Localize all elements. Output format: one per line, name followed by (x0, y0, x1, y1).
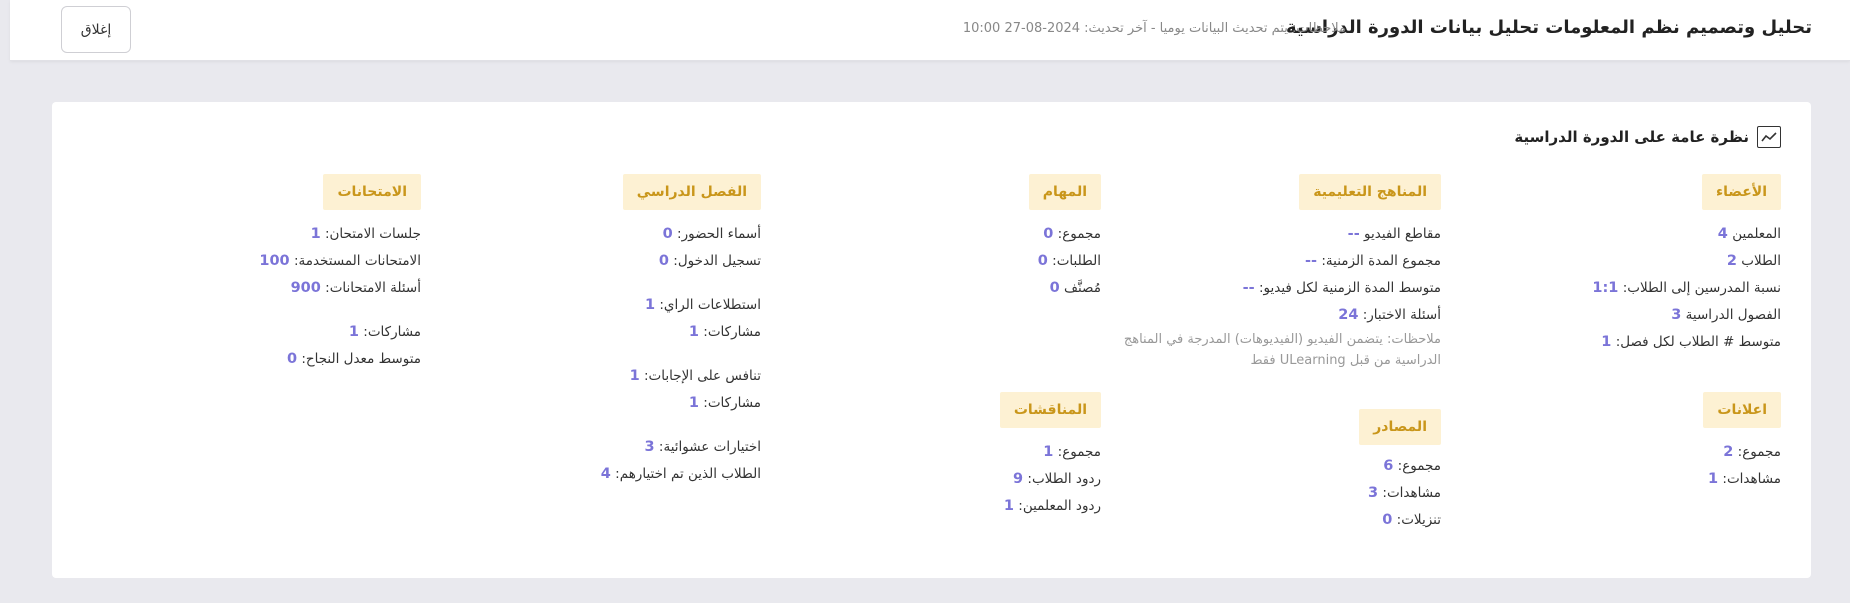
section-title: المصادر (1359, 409, 1441, 445)
stat-row: ردود الطلاب: 9 (1013, 471, 1101, 487)
section-members: الأعضاء المعلمين 4 الطلاب 2 نسبة المدرسي… (1592, 174, 1781, 356)
stat-row: أسماء الحضور: 0 (662, 226, 761, 242)
stat-row: الامتحانات المستخدمة: 100 (259, 253, 421, 269)
section-title: المهام (1028, 174, 1101, 210)
overview-header: نظرة عامة على الدورة الدراسية (1514, 126, 1781, 148)
stat-row: ردود المعلمين: 1 (1003, 498, 1101, 514)
stat-row: مجموع: 0 (1043, 226, 1101, 242)
stat-row: متوسط معدل النجاح: 0 (286, 351, 421, 367)
stat-row: نسبة المدرسين إلى الطلاب: 1:1 (1592, 280, 1781, 296)
stat-row: أسئلة الامتحانات: 900 (290, 280, 421, 296)
stat-row: مشاركات: 1 (688, 395, 761, 411)
line-chart-icon (1757, 126, 1781, 148)
stat-row: مشاهدات: 1 (1708, 471, 1781, 487)
stat-row: مشاركات: 1 (688, 324, 761, 340)
close-button[interactable]: إغلاق (61, 6, 131, 53)
stat-row: تنزيلات: 0 (1382, 512, 1441, 528)
stat-row: مجموع: 1 (1043, 444, 1101, 460)
stat-row: الفصول الدراسية 3 (1671, 307, 1781, 323)
stat-row: أسئلة الاختبار: 24 (1338, 307, 1441, 323)
section-classroom: الفصل الدراسي أسماء الحضور: 0 تسجيل الدخ… (601, 174, 761, 488)
section-title: المناقشات (999, 392, 1101, 428)
stat-row: الطلاب الذين تم اختيارهم: 4 (600, 466, 761, 482)
stat-row: مشاركات: 1 (348, 324, 421, 340)
stat-row: استطلاعات الراي: 1 (644, 297, 761, 313)
section-announcements: اعلانات مجموع: 2 مشاهدات: 1 (1703, 392, 1781, 493)
curricula-note: ملاحظات: يتضمن الفيديو (الفيديوهات) المد… (1123, 332, 1441, 368)
section-discussions: المناقشات مجموع: 1 ردود الطلاب: 9 ردود ا… (999, 392, 1101, 520)
stat-row: الطلاب 2 (1726, 253, 1781, 269)
stat-row: مُصنَّف 0 (1049, 280, 1101, 296)
stat-row: المعلمين 4 (1717, 226, 1781, 242)
stat-row: مجموع: 2 (1723, 444, 1781, 460)
stat-row: جلسات الامتحان: 1 (310, 226, 421, 242)
section-resources: المصادر مجموع: 6 مشاهدات: 3 تنزيلات: 0 (1359, 409, 1441, 534)
section-title: الفصل الدراسي (622, 174, 761, 210)
stat-row: مجموع المدة الزمنية: -- (1304, 253, 1441, 269)
section-title: الامتحانات (323, 174, 421, 210)
top-bar: تحليل وتصميم نظم المعلومات تحليل بيانات … (10, 0, 1850, 61)
overview-card: نظرة عامة على الدورة الدراسية الأعضاء ال… (52, 102, 1811, 578)
stat-row: مقاطع الفيديو -- (1347, 226, 1441, 242)
stat-row: اختيارات عشوائية: 3 (644, 439, 761, 455)
section-title: الأعضاء (1702, 174, 1781, 210)
stat-row: تسجيل الدخول: 0 (658, 253, 761, 269)
stat-row: مجموع: 6 (1383, 458, 1441, 474)
section-title: اعلانات (1703, 392, 1781, 428)
section-title: المناهج التعليمية (1299, 174, 1441, 210)
update-notes: ملاحظات: يتم تحديث البيانات يوميا - آخر … (962, 21, 1346, 36)
section-tasks: المهام مجموع: 0 الطلبات: 0 مُصنَّف 0 (1028, 174, 1101, 302)
stat-row: متوسط # الطلاب لكل فصل: 1 (1601, 334, 1781, 350)
overview-title: نظرة عامة على الدورة الدراسية (1514, 128, 1749, 146)
section-exams: الامتحانات جلسات الامتحان: 1 الامتحانات … (259, 174, 421, 373)
stat-row: تنافس على الإجابات: 1 (629, 368, 761, 384)
stat-row: مشاهدات: 3 (1368, 485, 1441, 501)
stat-row: الطلبات: 0 (1037, 253, 1101, 269)
section-curricula: المناهج التعليمية مقاطع الفيديو -- مجموع… (1121, 174, 1441, 371)
stat-row: متوسط المدة الزمنية لكل فيديو: -- (1242, 280, 1441, 296)
page-title: تحليل وتصميم نظم المعلومات تحليل بيانات … (1285, 17, 1812, 38)
